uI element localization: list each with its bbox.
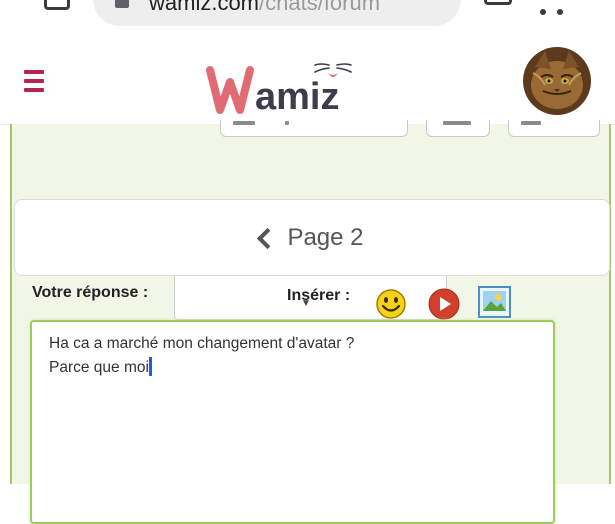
forum-panel: Page 2 Votre réponse : Insérer : ▼ Ha ca… (10, 120, 611, 524)
url-host: wamiz.com (149, 0, 260, 15)
browser-chrome: wamiz.com/chats/forum (0, 0, 615, 32)
more-options-icon[interactable] (540, 2, 574, 20)
address-bar[interactable]: wamiz.com/chats/forum (93, 0, 461, 26)
site-header: amiz (0, 32, 615, 125)
insert-label: Insérer : (287, 287, 351, 304)
image-icon[interactable] (478, 286, 511, 318)
page-label: Page 2 (287, 223, 364, 251)
reply-label: Votre réponse : (32, 284, 149, 301)
url-text: wamiz.com/chats/forum (149, 0, 380, 16)
editor-line: Parce que moi (49, 359, 149, 376)
chevron-left-icon (257, 227, 279, 249)
editor-line: Ha ca a marché mon changement d'avatar ? (49, 335, 355, 352)
tab-switcher-icon[interactable] (44, 0, 70, 10)
previous-page-link[interactable]: Page 2 (15, 200, 609, 275)
hamburger-menu-icon[interactable] (24, 70, 44, 97)
toolbar-button[interactable] (426, 120, 490, 137)
toolbar-button[interactable] (508, 120, 600, 137)
wamiz-logo[interactable]: amiz (205, 52, 370, 114)
url-path: /chats/forum (259, 0, 381, 15)
toolbar-button[interactable] (220, 120, 408, 137)
download-icon[interactable] (484, 0, 512, 5)
video-icon[interactable] (428, 288, 460, 320)
text-cursor (148, 357, 152, 376)
reply-editor[interactable]: Ha ca a marché mon changement d'avatar ?… (30, 320, 555, 524)
svg-text:amiz: amiz (255, 76, 339, 114)
lock-icon (115, 0, 129, 8)
user-avatar[interactable] (523, 47, 591, 115)
smiley-icon[interactable] (375, 288, 407, 320)
pagination-box: Page 2 (14, 199, 610, 276)
caret-down-icon: ▼ (301, 298, 311, 309)
